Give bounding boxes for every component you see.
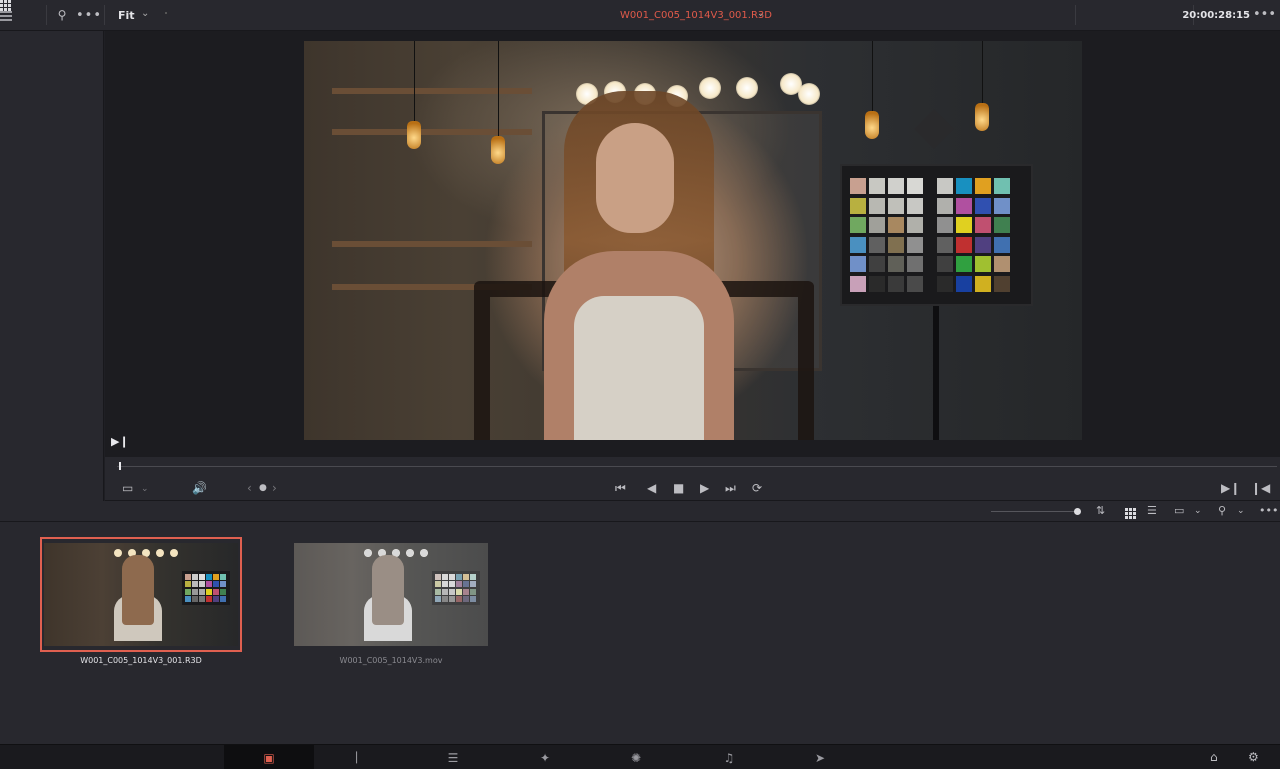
- more-options-icon[interactable]: •••: [76, 7, 101, 23]
- viewer-mode-icon[interactable]: ▭: [122, 481, 133, 495]
- loop-icon[interactable]: ⟳: [752, 481, 762, 495]
- clip-title[interactable]: W001_C005_1014V3_001.R3D: [620, 10, 772, 21]
- left-panel: [0, 31, 104, 501]
- divider: [46, 5, 47, 25]
- app-window: ⚲ ••• Fit ⌄ W001_C005_1014V3_001.R3D ⌄ 2…: [0, 0, 1280, 769]
- thumbnail-frame: [44, 543, 238, 646]
- search-icon[interactable]: ⚲: [54, 7, 70, 23]
- subject-face: [596, 123, 674, 233]
- viewer-top-bar: ⚲ ••• Fit ⌄ W001_C005_1014V3_001.R3D ⌄ 2…: [0, 0, 1280, 31]
- thumbnail-zoom-knob[interactable]: [1074, 508, 1081, 515]
- play-reverse-icon[interactable]: ◀: [647, 481, 656, 495]
- thumbnail-zoom-slider[interactable]: [991, 511, 1077, 512]
- thumb-light: [406, 549, 414, 557]
- subject-top: [574, 296, 704, 440]
- edison-bulb: [407, 121, 421, 149]
- previous-clip-icon[interactable]: ❙◀: [1251, 481, 1270, 495]
- transport-controls: ▭ ⌄ 🔊 ‹ ● › ⏮ ◀ ■ ▶ ⏭ ⟳ ▶❙ ❙◀: [105, 477, 1280, 501]
- scrubber-bar[interactable]: [105, 457, 1280, 477]
- grid-view-icon[interactable]: [0, 0, 11, 11]
- thumbnail-frame: [294, 543, 488, 646]
- shelf: [332, 241, 532, 247]
- go-to-end-icon[interactable]: ⏭: [725, 481, 736, 496]
- fairlight-page-icon[interactable]: ♫: [684, 745, 774, 769]
- search-icon[interactable]: ⚲: [1218, 504, 1226, 517]
- clip-name: W001_C005_1014V3_001.R3D: [80, 656, 202, 665]
- chevron-down-icon[interactable]: ⌄: [141, 484, 149, 494]
- media-page-icon[interactable]: ▣: [224, 745, 314, 769]
- thumb-light: [114, 549, 122, 557]
- chevron-down-icon[interactable]: ⌄: [1237, 506, 1245, 516]
- list-view-icon[interactable]: [0, 11, 12, 21]
- next-clip-icon[interactable]: ▶❙: [1221, 481, 1240, 495]
- stop-icon[interactable]: ■: [673, 481, 684, 495]
- wire: [982, 41, 983, 103]
- clip-thumbnail-image[interactable]: [290, 537, 492, 652]
- edison-bulb: [491, 136, 505, 164]
- gear-icon[interactable]: ⚙: [1248, 750, 1259, 764]
- thumb-light: [420, 549, 428, 557]
- source-viewer[interactable]: ▶❙: [105, 31, 1280, 457]
- clip-thumbnail[interactable]: W001_C005_1014V3.mov: [290, 537, 492, 665]
- vanity-bulb: [699, 77, 721, 99]
- list-view-icon[interactable]: ☰: [1147, 504, 1157, 517]
- checker-color-side: [937, 178, 1010, 292]
- edit-page-icon[interactable]: ☰: [408, 745, 498, 769]
- thumb-light: [364, 549, 372, 557]
- media-pool-toolbar: ⇅ ☰ ▭ ⌄ ⚲ ⌄ •••: [0, 501, 1280, 522]
- volume-icon[interactable]: 🔊: [192, 481, 207, 495]
- thumb-light: [170, 549, 178, 557]
- shelf: [332, 129, 532, 135]
- thumb-light: [156, 549, 164, 557]
- clip-name: W001_C005_1014V3.mov: [339, 656, 443, 665]
- thumb-subject-head: [372, 555, 404, 625]
- vanity-bulb: [736, 77, 758, 99]
- jog-right-icon[interactable]: ›: [272, 481, 277, 495]
- thumbnail-view-icon[interactable]: [1125, 508, 1136, 519]
- media-pool: W001_C005_1014V3_001.R3D W001_C005_1014V…: [0, 522, 1280, 744]
- page-navigation-bar: ▣ ⎸ ☰ ✦ ✺ ♫ ➤ ⌂ ⚙: [0, 744, 1280, 769]
- more-options-icon[interactable]: •••: [1259, 504, 1278, 517]
- checker-grayscale-side: [850, 178, 923, 292]
- sort-icon[interactable]: ⇅: [1096, 504, 1105, 517]
- wire: [498, 41, 499, 136]
- chevron-down-icon[interactable]: ⌄: [757, 9, 765, 19]
- zoom-fit-dropdown[interactable]: Fit: [118, 9, 135, 22]
- edison-bulb: [865, 111, 879, 139]
- thumb-subject-head: [122, 555, 154, 625]
- wire: [872, 41, 873, 111]
- playhead[interactable]: [119, 462, 121, 470]
- stand-pole: [933, 306, 939, 440]
- fusion-page-icon[interactable]: ✦: [500, 745, 590, 769]
- wire: [414, 41, 415, 121]
- jog-dot-icon[interactable]: ●: [259, 483, 267, 493]
- clip-thumbnail[interactable]: W001_C005_1014V3_001.R3D: [40, 537, 242, 665]
- stand-head: [914, 109, 954, 149]
- vanity-bulb: [798, 83, 820, 105]
- jog-left-icon[interactable]: ‹: [247, 481, 252, 495]
- color-checker-chart: [840, 164, 1033, 306]
- timecode-display: 20:00:28:15: [1182, 10, 1250, 21]
- chevron-down-icon[interactable]: ⌄: [1194, 506, 1202, 516]
- home-icon[interactable]: ⌂: [1210, 750, 1218, 764]
- color-page-icon[interactable]: ✺: [591, 745, 681, 769]
- edison-bulb: [975, 103, 989, 131]
- go-to-start-icon[interactable]: ⏮: [615, 481, 626, 496]
- video-frame: [304, 41, 1082, 440]
- scrubber-track[interactable]: [117, 466, 1277, 467]
- chevron-down-icon[interactable]: ⌄: [141, 8, 149, 19]
- more-options-icon[interactable]: •••: [1253, 7, 1276, 22]
- cut-page-icon[interactable]: ⎸: [317, 745, 407, 769]
- divider: [1075, 5, 1076, 25]
- shelf: [332, 88, 532, 94]
- divider: [104, 5, 105, 25]
- thumb-color-chart: [432, 571, 480, 605]
- clip-thumbnail-image[interactable]: [40, 537, 242, 652]
- deliver-page-icon[interactable]: ➤: [775, 745, 865, 769]
- play-icon[interactable]: ▶: [700, 481, 709, 495]
- separator-dot: [165, 12, 167, 14]
- thumb-color-chart: [182, 571, 230, 605]
- play-to-out-icon[interactable]: ▶❙: [111, 435, 129, 448]
- metadata-view-icon[interactable]: ▭: [1174, 504, 1184, 517]
